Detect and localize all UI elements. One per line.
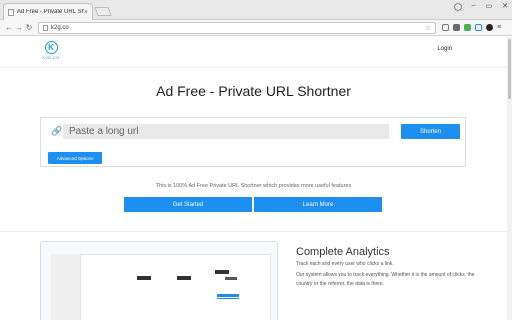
feature-description: Our system allows you to track everythin… <box>296 272 475 287</box>
login-link[interactable]: Login <box>437 46 452 52</box>
extension-icon[interactable] <box>453 24 460 31</box>
tagline: This is 100% Ad Free Private URL Shortne… <box>155 183 352 189</box>
browser-tabstrip: Ad Free - Private URL Shor × – ▭ ✕ <box>0 0 512 20</box>
user-profile-icon[interactable] <box>453 3 462 11</box>
extension-icon[interactable] <box>486 24 493 31</box>
extensions-area: ≡ <box>442 24 503 31</box>
logo-text: K2G.CO <box>42 55 60 60</box>
feature-subtitle: Track each and every user who clicks a l… <box>296 261 394 267</box>
section-divider <box>0 231 507 232</box>
extension-icon[interactable] <box>464 24 471 31</box>
back-arrow-icon[interactable]: ← <box>4 23 14 32</box>
page-info-icon[interactable] <box>43 24 48 31</box>
minimize-button[interactable]: – <box>472 2 476 11</box>
long-url-input[interactable] <box>63 124 389 139</box>
close-window-button[interactable]: ✕ <box>502 2 508 11</box>
maximize-button[interactable]: ▭ <box>486 2 493 11</box>
bookmark-star-icon[interactable]: ☆ <box>425 24 431 32</box>
header-divider <box>0 67 507 68</box>
browser-toolbar: ← → ↻ k2g.co ☆ ≡ <box>0 20 512 36</box>
page-scrollbar[interactable] <box>507 37 512 320</box>
page-content: K K2G.CO Login Ad Free - Private URL Sho… <box>0 37 507 320</box>
get-started-button[interactable]: Get Started <box>124 197 252 212</box>
scrollbar-thumb[interactable] <box>508 39 511 99</box>
extension-icon[interactable] <box>475 24 482 31</box>
reload-icon[interactable]: ↻ <box>24 23 34 32</box>
site-logo[interactable]: K K2G.CO <box>40 41 62 63</box>
shorten-button[interactable]: Shorten <box>401 124 460 139</box>
advanced-options-button[interactable]: Advanced Options <box>48 152 102 164</box>
analytics-screenshot-image <box>40 241 278 320</box>
feature-title: Complete Analytics <box>296 246 390 258</box>
new-tab-button[interactable] <box>94 7 112 16</box>
address-bar[interactable]: k2g.co ☆ <box>38 21 436 34</box>
link-icon: 🔗 <box>51 126 63 136</box>
menu-icon[interactable]: ≡ <box>497 24 503 31</box>
page-title: Ad Free - Private URL Shortner <box>156 83 351 99</box>
extension-icon[interactable] <box>442 24 449 31</box>
window-controls: – ▭ ✕ <box>453 2 508 11</box>
logo-mark: K <box>44 41 58 54</box>
learn-more-button[interactable]: Learn More <box>254 197 382 212</box>
shorten-form: 🔗 Shorten Advanced Options <box>40 117 466 167</box>
browser-tab[interactable]: Ad Free - Private URL Shor × <box>3 3 93 20</box>
tab-close-icon[interactable]: × <box>84 9 88 16</box>
page-favicon-icon <box>8 8 14 16</box>
forward-arrow-icon[interactable]: → <box>14 23 24 32</box>
address-url[interactable]: k2g.co <box>51 25 425 31</box>
tab-title: Ad Free - Private URL Shor <box>17 9 84 15</box>
